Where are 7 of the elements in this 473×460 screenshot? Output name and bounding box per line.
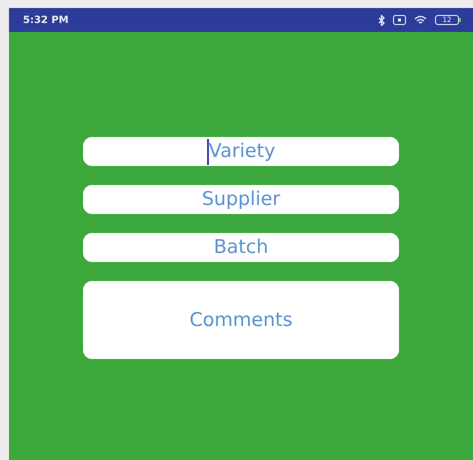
bluetooth-icon [378, 14, 385, 26]
status-time: 5:32 PM [23, 14, 69, 28]
text-field[interactable]: Batch [83, 233, 399, 262]
sim-icon [393, 15, 406, 25]
text-field[interactable]: Supplier [83, 185, 399, 214]
comments-field[interactable]: Comments [83, 281, 399, 359]
wifi-icon [414, 15, 427, 25]
